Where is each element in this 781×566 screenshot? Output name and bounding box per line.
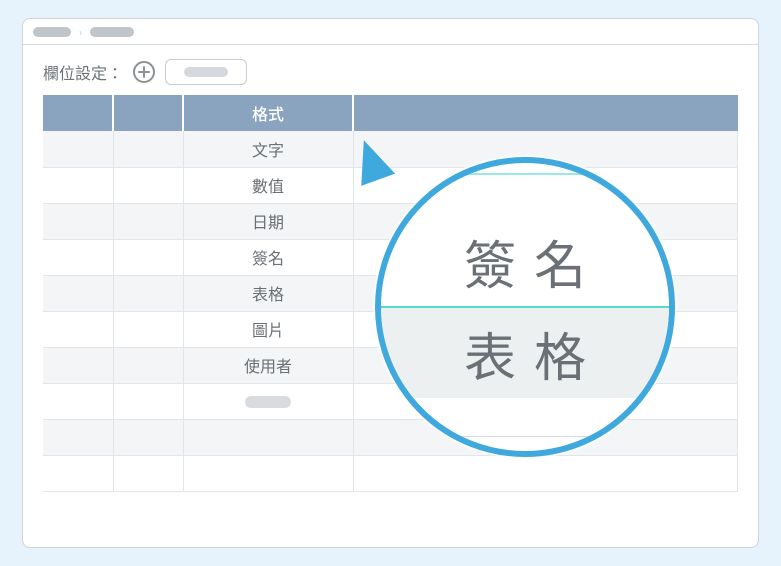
field-settings-label: 欄位設定： — [43, 60, 123, 84]
format-option[interactable]: 圖片 — [183, 311, 353, 347]
chip-placeholder — [184, 67, 228, 77]
grid-header-cell — [113, 95, 183, 131]
magnified-option-signature[interactable]: 簽名 — [381, 216, 669, 306]
format-action-cell — [183, 383, 353, 419]
breadcrumb: › — [23, 19, 758, 45]
magnifier-top-accent — [381, 173, 669, 175]
field-settings-toolbar: 欄位設定： — [43, 59, 738, 85]
magnified-option-table[interactable]: 表格 — [381, 308, 669, 398]
grid-header-cell — [43, 95, 113, 131]
format-option[interactable]: 簽名 — [183, 239, 353, 275]
breadcrumb-segment — [33, 27, 71, 37]
format-option[interactable]: 表格 — [183, 275, 353, 311]
format-option[interactable]: 文字 — [183, 131, 353, 167]
format-option[interactable]: 日期 — [183, 203, 353, 239]
table-row — [43, 455, 738, 491]
grid-header-row: 格式 — [43, 95, 738, 131]
field-chip-button[interactable] — [165, 59, 247, 85]
grid-header-cell — [353, 95, 738, 131]
magnifier-bottom-line — [381, 436, 669, 437]
grid-header-format[interactable]: 格式 — [183, 95, 353, 131]
table-row — [43, 419, 738, 455]
action-placeholder[interactable] — [245, 396, 291, 408]
magnifier-content: 簽名 表格 — [381, 216, 669, 398]
format-option[interactable]: 數值 — [183, 167, 353, 203]
app-window: › 欄位設定： 格式 — [22, 18, 759, 548]
plus-icon — [138, 66, 150, 78]
format-option[interactable]: 使用者 — [183, 347, 353, 383]
breadcrumb-separator: › — [79, 24, 82, 39]
add-field-button[interactable] — [133, 61, 155, 83]
breadcrumb-segment — [90, 27, 134, 37]
magnifier-callout: · 簽名 表格 — [375, 157, 675, 457]
